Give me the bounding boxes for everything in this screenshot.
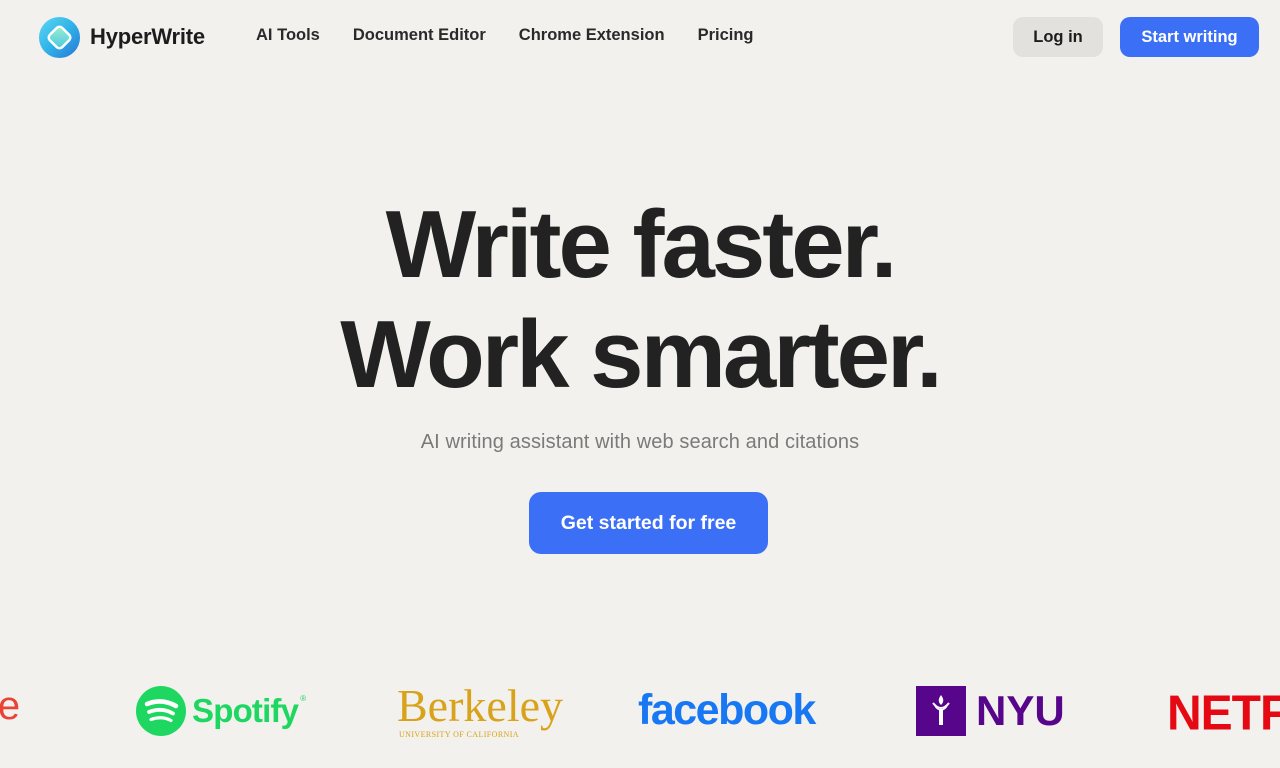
berkeley-subtitle: UNIVERSITY OF CALIFORNIA [399,730,519,739]
brand-name: HyperWrite [90,24,205,49]
spotify-registered-mark: ® [300,694,307,703]
nav-link-chrome-extension[interactable]: Chrome Extension [519,26,665,45]
netflix-logo: NETFL [1167,686,1280,741]
spotify-icon [136,686,186,736]
spotify-logo: Spotify ® [136,686,306,736]
hyperwrite-logo-icon [38,16,81,58]
spotify-wordmark: Spotify [192,692,299,729]
hero-subtitle: AI writing assistant with web search and… [420,431,860,453]
top-navigation: HyperWrite AI Tools Document Editor Chro… [0,0,1280,74]
berkeley-logo: Berkeley UNIVERSITY OF CALIFORNIA [397,680,564,740]
google-logo: le [0,684,20,729]
nav-links: AI Tools Document Editor Chrome Extensio… [256,26,754,45]
nyu-logo: NYU [916,686,1065,736]
customer-logos-strip: le Spotify ® Berkeley UNIVERSITY OF CALI… [0,676,1280,748]
facebook-logo: facebook [638,686,816,734]
hero-title-line-1: Write faster. [385,191,898,298]
nyu-torch-icon [916,686,966,736]
nav-link-pricing[interactable]: Pricing [698,26,754,45]
get-started-button[interactable]: Get started for free [529,492,768,554]
google-logo-letter-e: e [0,684,20,728]
login-button[interactable]: Log in [1013,17,1103,57]
hero-title: Write faster. Work smarter. [0,190,1280,410]
nyu-wordmark: NYU [976,687,1065,734]
hero-title-line-2: Work smarter. [340,301,943,408]
nav-link-ai-tools[interactable]: AI Tools [256,26,320,45]
berkeley-wordmark: Berkeley [397,680,564,731]
start-writing-button[interactable]: Start writing [1120,17,1259,57]
nav-link-document-editor[interactable]: Document Editor [353,26,486,45]
brand-home-link[interactable]: HyperWrite [38,16,205,58]
